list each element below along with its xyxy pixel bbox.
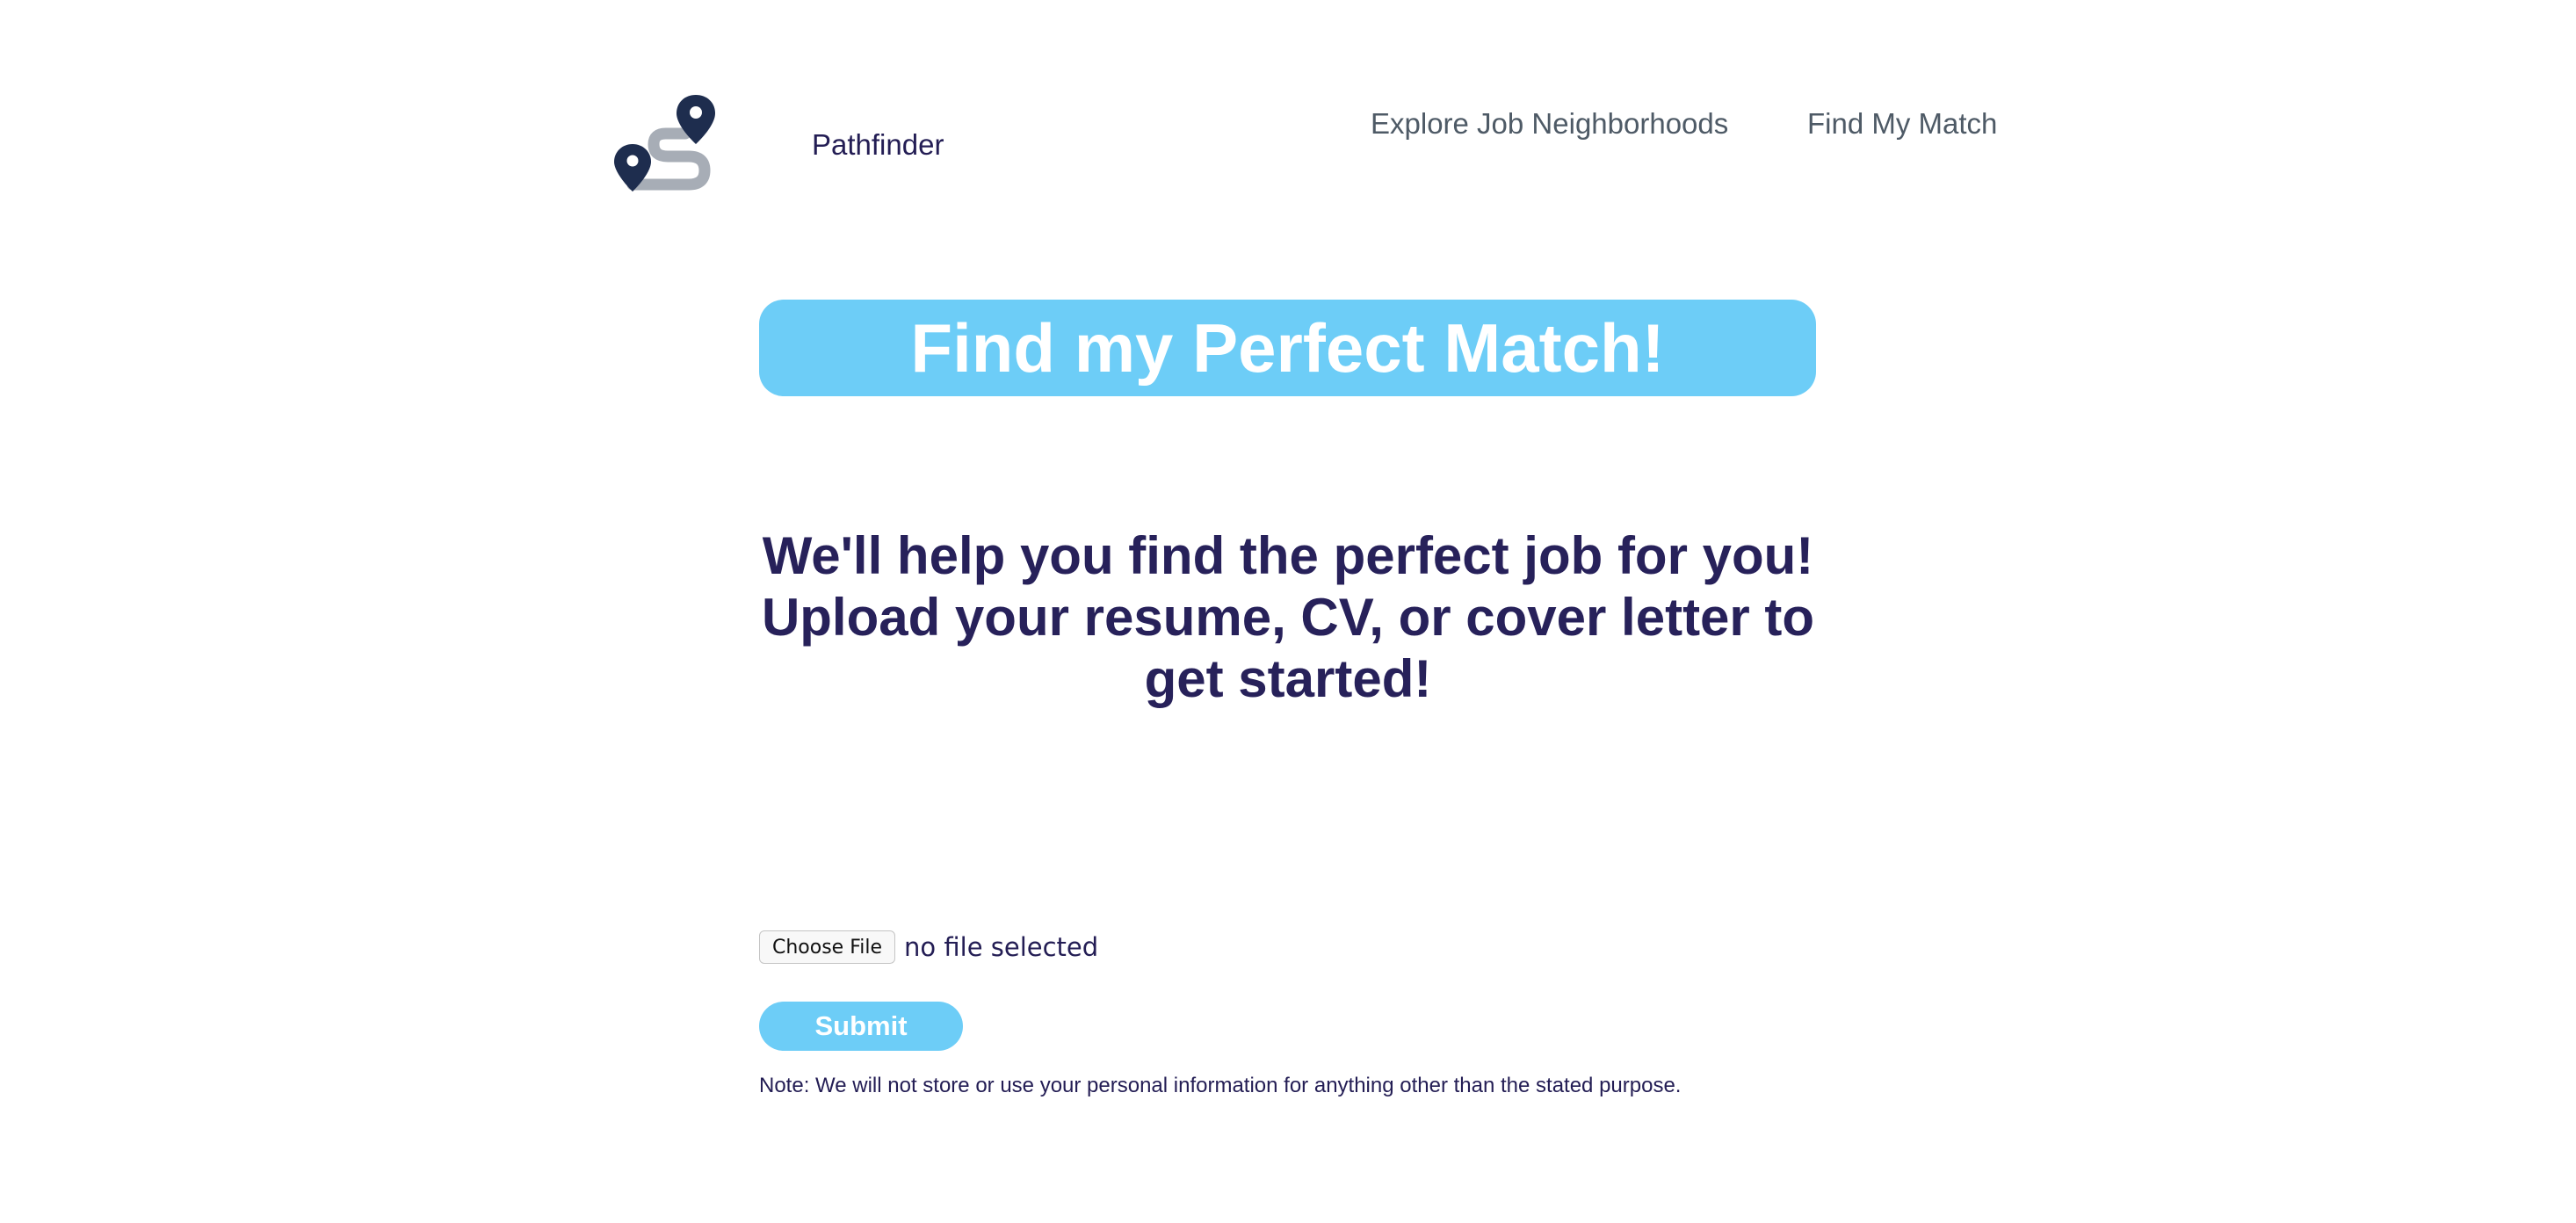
title-banner: Find my Perfect Match! xyxy=(759,300,1816,396)
submit-button[interactable]: Submit xyxy=(759,1002,963,1051)
intro-line-2: Upload your resume, CV, or cover letter … xyxy=(761,588,1815,708)
file-status-text: no file selected xyxy=(904,932,1099,962)
privacy-note: Note: We will not store or use your pers… xyxy=(759,1074,1682,1097)
intro-text: We'll help you find the perfect job for … xyxy=(747,525,1829,710)
nav-explore-job-neighborhoods[interactable]: Explore Job Neighborhoods xyxy=(1371,107,1728,141)
page-title: Find my Perfect Match! xyxy=(910,308,1665,387)
intro-line-1: We'll help you find the perfect job for … xyxy=(762,526,1814,585)
brand-name[interactable]: Pathfinder xyxy=(812,128,944,162)
page: Pathfinder Explore Job Neighborhoods Fin… xyxy=(0,0,2576,1223)
nav-find-my-match[interactable]: Find My Match xyxy=(1807,107,1997,141)
map-route-pins-icon[interactable] xyxy=(613,93,719,199)
choose-file-button[interactable]: Choose File xyxy=(759,930,896,964)
file-upload-field: Choose File no file selected xyxy=(759,930,1098,965)
